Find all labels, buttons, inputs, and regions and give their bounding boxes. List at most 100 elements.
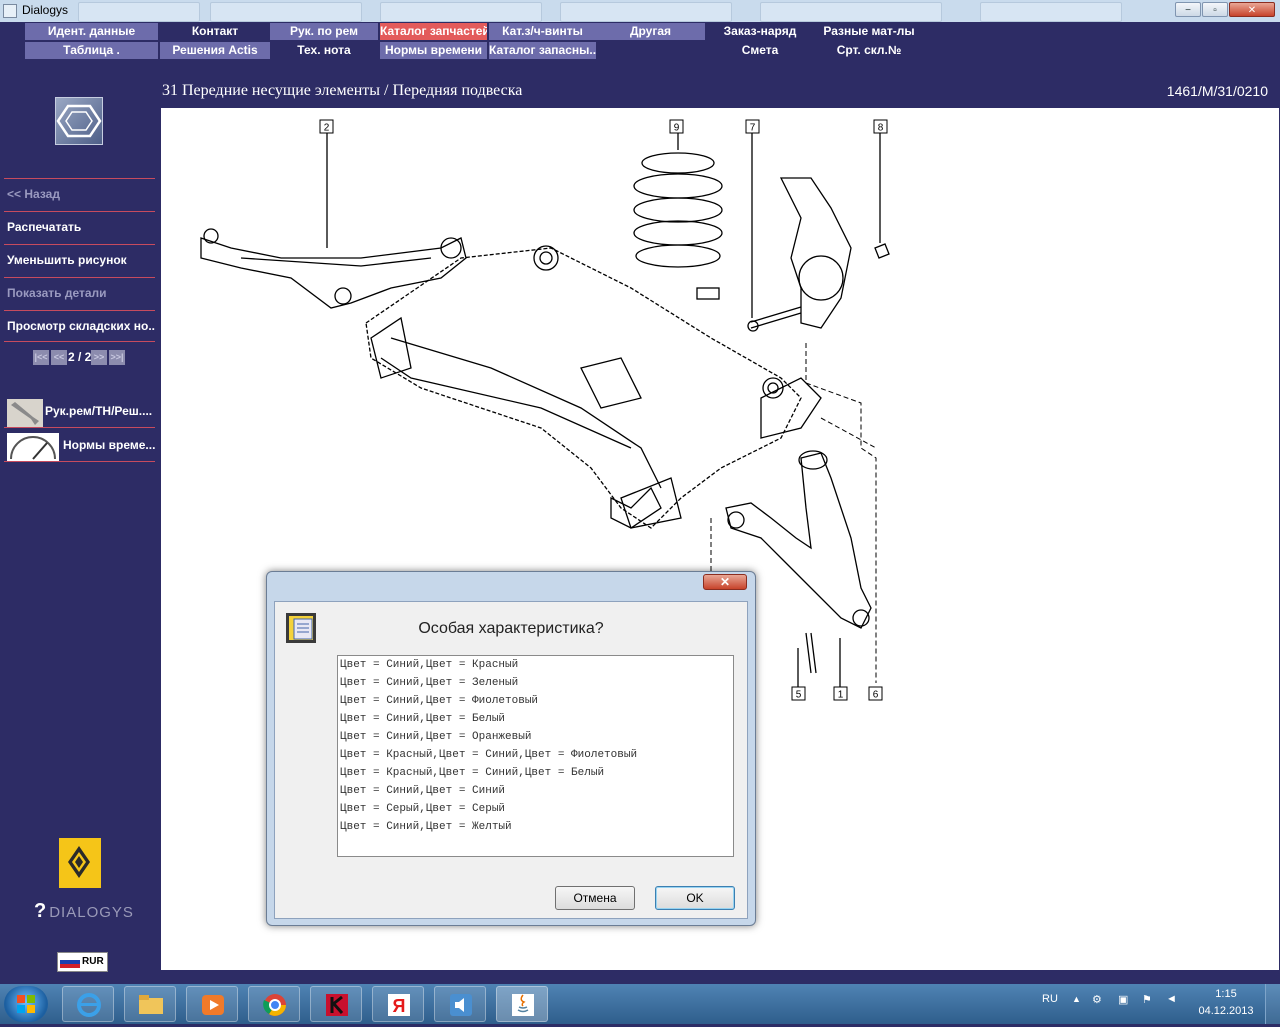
java-icon[interactable] xyxy=(496,986,548,1022)
list-item[interactable]: Цвет = Синий,Цвет = Оранжевый xyxy=(340,731,531,749)
menu-repair-manual[interactable]: Рук. по рем xyxy=(270,23,378,40)
back-link[interactable]: << Назад xyxy=(4,178,155,210)
internet-explorer-icon[interactable] xyxy=(62,986,114,1022)
close-window-button[interactable]: ✕ xyxy=(1229,2,1275,17)
special-feature-dialog: ✕ Особая характеристика? Цвет = Синий,Цв… xyxy=(266,571,756,926)
file-explorer-icon[interactable] xyxy=(124,986,176,1022)
dialog-close-button[interactable]: ✕ xyxy=(703,574,747,590)
callout-5: 5 xyxy=(791,686,806,701)
volume-icon[interactable]: ◄ xyxy=(1166,993,1177,1005)
kaspersky-icon[interactable] xyxy=(310,986,362,1022)
svg-text:7: 7 xyxy=(750,123,756,134)
zoom-out-link[interactable]: Уменьшить рисунок xyxy=(4,244,155,276)
menu-work-order[interactable]: Заказ-наряд xyxy=(706,23,814,40)
start-button[interactable] xyxy=(4,986,48,1022)
first-page-button[interactable]: |<< xyxy=(33,350,49,365)
dialog-title: Особая характеристика? xyxy=(418,620,604,637)
list-item[interactable]: Цвет = Синий,Цвет = Желтый xyxy=(340,821,512,839)
left-panel: << Назад Распечатать Уменьшить рисунок П… xyxy=(0,60,160,980)
clock-date: 04.12.2013 xyxy=(1198,1005,1254,1017)
list-item[interactable]: Цвет = Серый,Цвет = Серый xyxy=(340,803,505,821)
yandex-icon[interactable]: Я xyxy=(372,986,424,1022)
list-item[interactable]: Цвет = Синий,Цвет = Синий xyxy=(340,785,505,803)
action-center-flag-icon[interactable]: ⚑ xyxy=(1142,993,1152,1006)
menu-actis-solutions[interactable]: Решения Actis xyxy=(160,42,270,59)
tray-expand-icon[interactable]: ▲ xyxy=(1072,994,1081,1004)
svg-text:8: 8 xyxy=(878,123,884,134)
next-page-button[interactable]: >> xyxy=(91,350,107,365)
russia-flag-icon xyxy=(60,956,80,968)
drawing-reference: 1461/M/31/0210 xyxy=(1166,83,1268,99)
ok-button[interactable]: OK xyxy=(655,886,735,910)
speaker-app-icon[interactable] xyxy=(434,986,486,1022)
show-desktop-button[interactable] xyxy=(1265,984,1280,1024)
window-title: Dialogys xyxy=(22,3,69,17)
language-indicator[interactable]: RU xyxy=(1042,993,1058,1005)
window-title-bar: Dialogys − ▫ ✕ xyxy=(0,0,1280,23)
quick-link-time-norms[interactable]: Нормы време... xyxy=(4,430,155,462)
background-tab xyxy=(760,2,942,22)
menu-contact[interactable]: Контакт xyxy=(160,23,270,40)
last-page-button[interactable]: >>| xyxy=(109,350,125,365)
svg-text:2: 2 xyxy=(324,123,330,134)
dialog-body: Особая характеристика? Цвет = Синий,Цвет… xyxy=(274,601,748,919)
dialogys-brand: ? DIALOGYS xyxy=(34,900,134,922)
menu-tech-note[interactable]: Тех. нота xyxy=(270,42,378,59)
windows-logo-icon xyxy=(17,995,35,1013)
wrench-icon xyxy=(7,399,43,427)
show-details-link[interactable]: Показать детали xyxy=(4,277,155,309)
media-player-icon[interactable] xyxy=(186,986,238,1022)
list-item[interactable]: Цвет = Красный,Цвет = Синий,Цвет = Фиоле… xyxy=(340,749,637,767)
callout-8: 8 xyxy=(873,119,888,134)
svg-text:6: 6 xyxy=(873,690,879,701)
background-tab xyxy=(380,2,542,22)
menu-time-norms[interactable]: Нормы времени xyxy=(380,42,487,59)
quick-link-repair[interactable]: Рук.рем/ТН/Реш.... xyxy=(4,396,155,428)
svg-text:9: 9 xyxy=(674,123,680,134)
nut-logo-icon xyxy=(55,97,103,145)
svg-text:5: 5 xyxy=(796,690,802,701)
menu-other[interactable]: Другая xyxy=(596,23,705,40)
currency-label: RUR xyxy=(82,956,104,967)
callout-9: 9 xyxy=(669,119,684,134)
list-item[interactable]: Цвет = Синий,Цвет = Фиолетовый xyxy=(340,695,538,713)
list-item[interactable]: Цвет = Синий,Цвет = Красный xyxy=(340,659,518,677)
background-tab xyxy=(78,2,200,22)
menu-estimate[interactable]: Смета xyxy=(706,42,814,59)
menu-ident-data[interactable]: Идент. данные xyxy=(25,23,158,40)
callout-7: 7 xyxy=(745,119,760,134)
list-item[interactable]: Цвет = Синий,Цвет = Зеленый xyxy=(340,677,518,695)
prev-page-button[interactable]: << xyxy=(51,350,67,365)
chrome-icon[interactable] xyxy=(248,986,300,1022)
callout-2: 2 xyxy=(319,119,334,134)
renault-logo xyxy=(59,838,101,888)
callout-6: 6 xyxy=(868,686,883,701)
menu-parts-catalog[interactable]: Каталог запчастей xyxy=(380,23,487,40)
gauge-icon xyxy=(7,433,59,461)
restore-button[interactable]: ▫ xyxy=(1202,2,1228,17)
currency-button[interactable]: RUR xyxy=(57,952,108,972)
options-list[interactable]: Цвет = Синий,Цвет = Красный Цвет = Синий… xyxy=(337,655,734,857)
menu-stock-number[interactable]: Срт. скл.№ xyxy=(816,42,922,59)
svg-text:1: 1 xyxy=(838,690,844,701)
network-tray-icon[interactable]: ▣ xyxy=(1118,993,1128,1006)
system-clock[interactable]: 1:15 04.12.2013 xyxy=(1196,986,1256,1020)
menu-misc-materials[interactable]: Разные мат-лы xyxy=(816,23,922,40)
svg-text:Я: Я xyxy=(393,996,406,1016)
cancel-button[interactable]: Отмена xyxy=(555,886,635,910)
app-icon xyxy=(3,4,17,18)
steam-tray-icon[interactable]: ⚙ xyxy=(1092,993,1102,1006)
list-item[interactable]: Цвет = Синий,Цвет = Белый xyxy=(340,713,505,731)
stock-numbers-link[interactable]: Просмотр складских но... xyxy=(4,310,155,342)
background-tab xyxy=(210,2,362,22)
menu-table[interactable]: Таблица . xyxy=(25,42,158,59)
page-indicator: 2 / 2 xyxy=(68,350,92,364)
quick-link-label: Рук.рем/ТН/Реш.... xyxy=(45,404,153,418)
print-link[interactable]: Распечатать xyxy=(4,211,155,243)
taskbar: Я RU ▲ ⚙ ▣ ⚑ ◄ 1:15 04.12.2013 xyxy=(0,984,1280,1024)
menu-spare-catalog[interactable]: Каталог запасны... xyxy=(489,42,596,59)
list-item[interactable]: Цвет = Красный,Цвет = Синий,Цвет = Белый xyxy=(340,767,604,785)
menu-fasteners-catalog[interactable]: Кат.з/ч-винты xyxy=(489,23,596,40)
minimize-button[interactable]: − xyxy=(1175,2,1201,17)
callout-1: 1 xyxy=(833,686,848,701)
